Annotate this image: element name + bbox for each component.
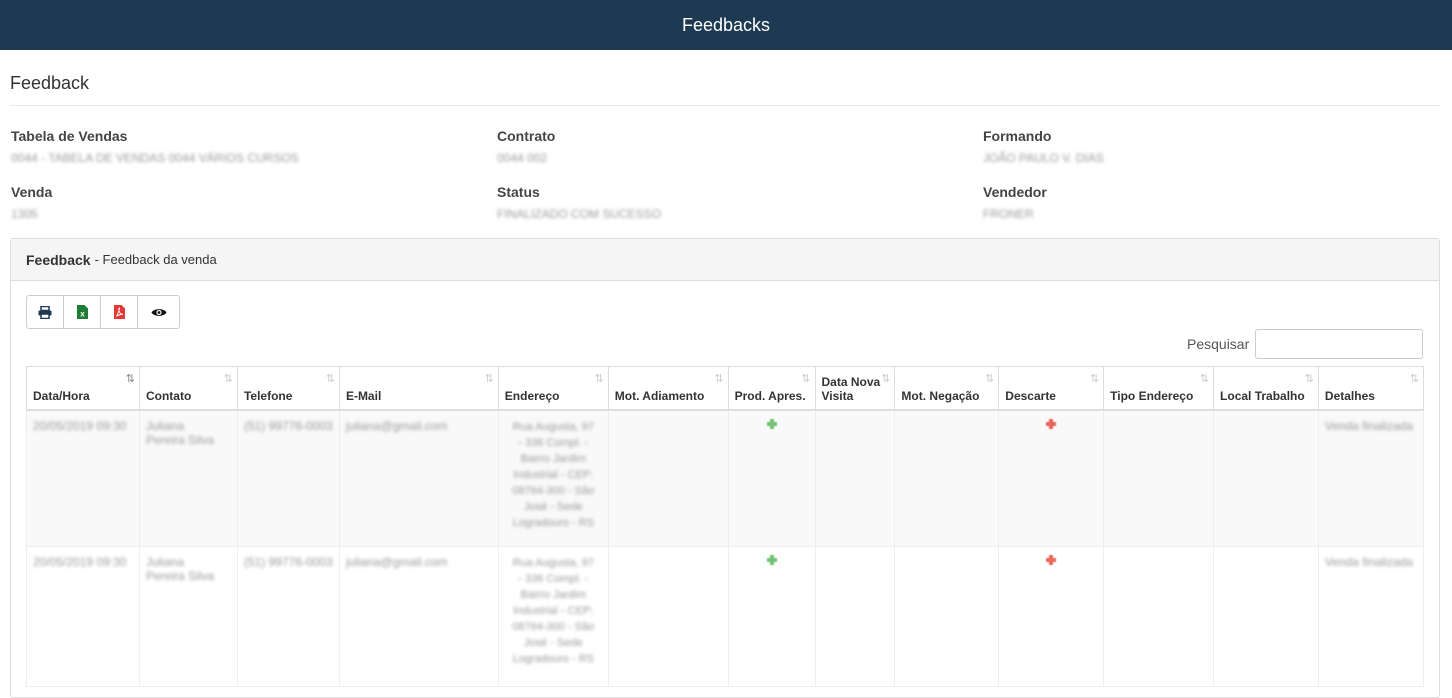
col-header-contato[interactable]: Contato ⇅ [138,366,238,411]
positive-plus-icon [766,555,777,565]
cell-data-nova-visita [814,409,896,547]
cell-email: juliana@gmail.com [345,555,448,569]
cell-email: juliana@gmail.com [345,418,448,433]
col-header-email[interactable]: E-Mail ⇅ [338,366,499,411]
cell-tipo-endereco [1103,546,1215,687]
info-venda: Venda 1305 [11,184,52,221]
negative-plus-icon [1046,418,1057,429]
col-header-mot-adiamento[interactable]: Mot. Adiamento ⇅ [607,366,729,411]
cell-contato: Juliana Pereira Silva [145,418,214,447]
excel-icon: x [76,305,88,319]
vendedor-value: FRONER [983,207,1034,221]
col-header-mot-negacao[interactable]: Mot. Negação ⇅ [894,366,1000,411]
cell-detalhes: Venda finalizada [1324,418,1413,433]
col-header-endereco[interactable]: Endereço ⇅ [497,366,609,411]
sort-icon: ⇅ [881,373,890,385]
positive-plus-icon [766,418,777,429]
cell-mot-adiamento [607,546,729,687]
sort-icon: ⇅ [801,373,810,385]
negative-plus-icon [1046,555,1057,565]
svg-text:x: x [80,310,85,319]
col-header-detalhes[interactable]: Detalhes ⇅ [1317,366,1425,411]
sort-icon: ⇅ [1304,373,1314,385]
print-button[interactable] [27,296,64,328]
info-tabela-vendas: Tabela de Vendas 0044 - TABELA DE VENDAS… [11,128,299,165]
sort-asc-icon: ⇅ [125,373,135,385]
col-header-prod-apres[interactable]: Prod. Apres. ⇅ [727,366,816,411]
column-visibility-button[interactable] [138,296,179,328]
search-area: Pesquisar [1187,329,1424,359]
sort-icon: ⇅ [484,373,494,385]
sort-icon: ⇅ [223,373,233,385]
col-header-telefone[interactable]: Telefone ⇅ [236,366,340,411]
col-header-data-nova-visita[interactable]: Data Nova Visita ⇅ [814,366,896,411]
venda-value: 1305 [11,207,38,221]
tabela-vendas-value: 0044 - TABELA DE VENDAS 0044 VÁRIOS CURS… [11,151,299,165]
cell-telefone: (51) 99776-0003 [243,418,333,433]
venda-label: Venda [11,184,53,200]
formando-label: Formando [983,128,1052,144]
top-bar-title: Feedbacks [681,14,771,35]
formando-value: JOÃO PAULO V. DIAS [983,151,1104,165]
contrato-value: 0044 002 [497,151,548,165]
info-status: Status FINALIZADO COM SUCESSO [497,184,661,221]
col-header-datahora[interactable]: Data/Hora ⇅ [26,366,140,411]
cell-datahora: 20/05/2019 09:30 [33,418,127,433]
cell-mot-negacao [894,409,1000,547]
cell-mot-adiamento [607,409,729,547]
cell-contato: Juliana Pereira Silva [145,555,214,583]
table-header-row: Data/Hora ⇅ Contato ⇅ Telefone ⇅ E-Mail ⇅ En… [26,366,1425,411]
table-row[interactable]: 20/05/2019 09:30 Juliana Pereira Silva (… [26,409,1425,547]
col-header-descarte[interactable]: Descarte ⇅ [998,366,1105,411]
sort-icon: ⇅ [1199,373,1209,385]
feedback-table: Data/Hora ⇅ Contato ⇅ Telefone ⇅ E-Mail ⇅ En… [26,366,1425,687]
page-title: Feedback [10,73,90,93]
panel-heading: Feedback - Feedback da venda [11,239,1439,281]
tabela-vendas-label: Tabela de Vendas [11,128,128,144]
sort-icon: ⇅ [714,373,723,385]
table-row[interactable]: 20/05/2019 09:30 Juliana Pereira Silva (… [26,546,1425,687]
panel-subtitle: - Feedback da venda [94,252,217,267]
cell-local-trabalho [1213,546,1319,687]
cell-mot-negacao [894,546,1000,687]
search-input[interactable] [1255,329,1424,359]
eye-icon [151,308,166,316]
export-toolbar: x [26,295,180,329]
sort-icon: ⇅ [985,373,994,385]
contrato-label: Contrato [497,128,556,144]
print-icon [38,305,52,319]
vendedor-label: Vendedor [983,184,1047,200]
top-bar: Feedbacks [0,0,1452,50]
pdf-icon [113,305,125,319]
sort-icon: ⇅ [594,373,604,385]
cell-tipo-endereco [1103,409,1215,547]
cell-data-nova-visita [814,546,896,687]
cell-endereco: Rua Augusta, 97 - 336 Compl. - Bairro Ja… [512,557,595,665]
sort-icon: ⇅ [325,373,335,385]
info-contrato: Contrato 0044 002 [497,128,555,165]
search-label: Pesquisar [1187,336,1250,352]
cell-local-trabalho [1213,409,1319,547]
title-divider [10,105,1440,106]
info-formando: Formando JOÃO PAULO V. DIAS [983,128,1104,165]
status-value: FINALIZADO COM SUCESSO [497,207,662,221]
sort-icon: ⇅ [1409,373,1419,385]
sort-icon: ⇅ [1089,373,1099,385]
col-header-tipo-endereco[interactable]: Tipo Endereço ⇅ [1103,366,1215,411]
info-vendedor: Vendedor FRONER [983,184,1047,221]
col-header-local-trabalho[interactable]: Local Trabalho ⇅ [1213,366,1319,411]
cell-telefone: (51) 99776-0003 [243,555,333,569]
status-label: Status [497,184,540,200]
pdf-export-button[interactable] [101,296,138,328]
panel-title: Feedback [26,251,91,268]
excel-export-button[interactable]: x [64,296,101,328]
cell-datahora: 20/05/2019 09:30 [33,555,127,569]
cell-endereco: Rua Augusta, 97 - 336 Compl. - Bairro Ja… [512,420,595,529]
cell-detalhes: Venda finalizada [1324,555,1413,569]
